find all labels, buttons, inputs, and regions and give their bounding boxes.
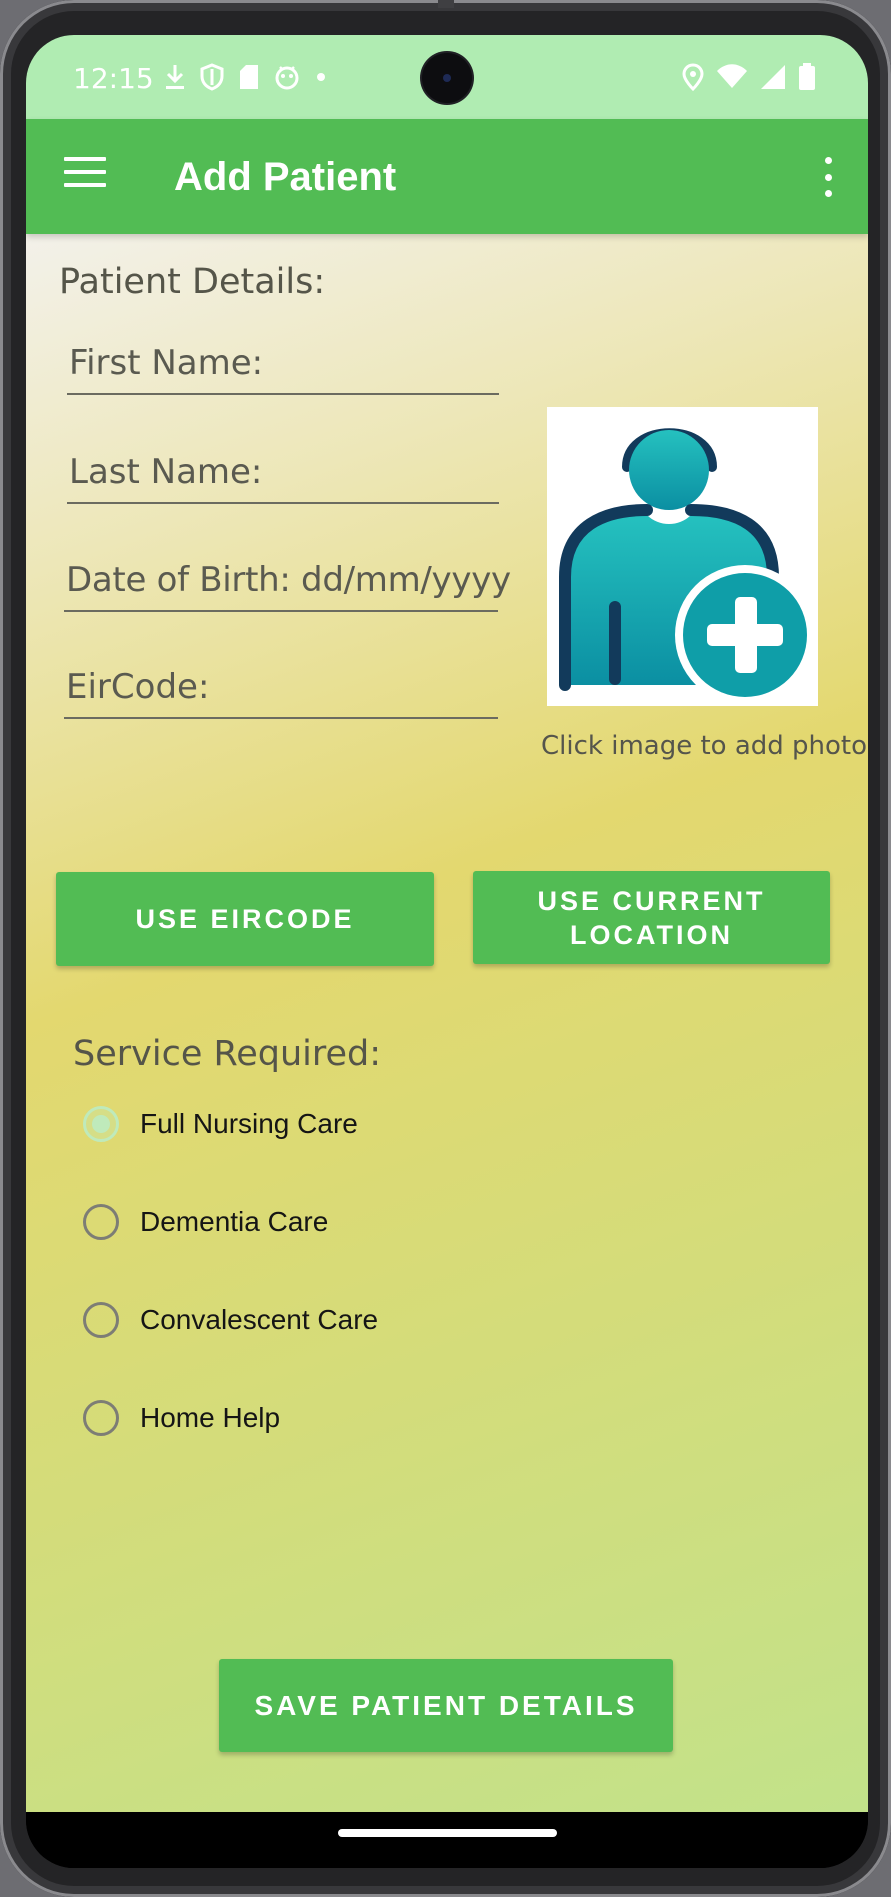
navigation-bar	[26, 1812, 868, 1868]
radio-label: Dementia Care	[140, 1206, 329, 1237]
date-of-birth-field[interactable]: Date of Birth: dd/mm/yyyy	[64, 560, 511, 612]
add-patient-photo-icon	[559, 428, 815, 705]
dot-icon	[314, 63, 328, 96]
status-bar: 12:15	[26, 35, 868, 119]
radio-convalescent-care[interactable]: Convalescent Care	[83, 1302, 378, 1338]
save-patient-details-button[interactable]: SAVE PATIENT DETAILS	[219, 1659, 673, 1752]
radio-dementia-care[interactable]: Dementia Care	[83, 1204, 328, 1240]
radio-button[interactable]	[83, 1400, 119, 1436]
page-title: Add Patient	[174, 155, 397, 199]
battery-icon	[798, 63, 816, 96]
device-top-edge	[438, 0, 454, 8]
service-required-heading: Service Required:	[73, 1034, 382, 1074]
eircode-field[interactable]: EirCode:	[64, 667, 498, 719]
radio-label: Convalescent Care	[140, 1304, 379, 1335]
shield-icon	[200, 63, 224, 96]
sd-card-icon	[238, 63, 260, 96]
radio-label: Home Help	[140, 1402, 281, 1433]
hamburger-menu-icon[interactable]	[64, 157, 106, 193]
add-patient-form: Patient Details: First Name: Last Name: …	[26, 234, 868, 1812]
status-icons-left	[164, 63, 328, 96]
cell-signal-icon	[760, 63, 786, 96]
phone-screen: 12:15 Add Patient Patient Details: First…	[26, 35, 868, 1868]
use-location-label-line2: LOCATION	[570, 919, 733, 950]
use-location-label-line1: USE CURRENT	[537, 885, 766, 916]
radio-button[interactable]	[83, 1204, 119, 1240]
add-photo-button[interactable]	[547, 407, 818, 706]
patient-details-heading: Patient Details:	[59, 262, 326, 302]
radio-label: Full Nursing Care	[140, 1108, 358, 1139]
wifi-icon	[716, 63, 748, 96]
home-gesture-handle[interactable]	[338, 1829, 557, 1837]
use-eircode-button[interactable]: USE EIRCODE	[56, 872, 434, 966]
app-bar: Add Patient	[26, 119, 868, 234]
location-icon	[682, 63, 704, 96]
more-vert-icon[interactable]	[818, 157, 838, 197]
android-debug-icon	[274, 63, 300, 96]
download-icon	[164, 63, 186, 96]
use-current-location-button[interactable]: USE CURRENT LOCATION	[473, 871, 830, 964]
photo-caption: Click image to add photo	[541, 731, 868, 761]
first-name-field[interactable]: First Name:	[67, 343, 499, 395]
status-icons-right	[682, 63, 816, 96]
radio-button-checked[interactable]	[83, 1106, 119, 1142]
radio-button[interactable]	[83, 1302, 119, 1338]
last-name-field[interactable]: Last Name:	[67, 452, 499, 504]
radio-home-help[interactable]: Home Help	[83, 1400, 280, 1436]
radio-full-nursing-care[interactable]: Full Nursing Care	[83, 1106, 358, 1142]
save-button-label: SAVE PATIENT DETAILS	[254, 1689, 638, 1721]
status-time: 12:15	[73, 62, 154, 95]
front-camera	[422, 53, 472, 103]
use-eircode-label: USE EIRCODE	[135, 904, 355, 934]
